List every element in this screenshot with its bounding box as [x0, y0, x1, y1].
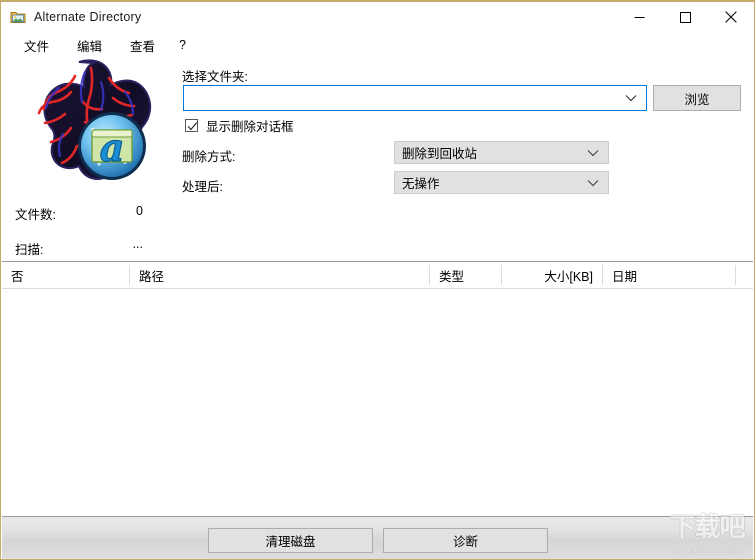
- application-window: Alternate Directory 文件 编辑 查看 ? a 选择文件夹: …: [0, 0, 755, 560]
- show-delete-dialog-label: 显示删除对话框: [206, 119, 294, 134]
- menu-item-help[interactable]: ?: [173, 36, 192, 54]
- chevron-down-icon[interactable]: [587, 149, 599, 157]
- scan-label: 扫描:: [15, 243, 44, 257]
- window-controls: [616, 2, 754, 32]
- bottom-toolbar: [2, 516, 753, 559]
- chevron-down-icon[interactable]: [587, 179, 599, 187]
- column-header-path[interactable]: 路径: [130, 262, 429, 288]
- menu-bar: 文件 编辑 查看 ?: [1, 32, 754, 58]
- minimize-icon[interactable]: [616, 2, 662, 32]
- delete-mode-value: 删除到回收站: [402, 147, 478, 161]
- after-action-combobox[interactable]: 无操作: [394, 171, 609, 194]
- scan-value: ...: [132, 237, 143, 251]
- svg-text:a: a: [100, 125, 125, 170]
- column-header-flag[interactable]: 否: [2, 262, 129, 288]
- column-header-date[interactable]: 日期: [603, 262, 735, 288]
- folder-combobox[interactable]: [183, 85, 647, 111]
- delete-mode-label: 删除方式:: [182, 150, 236, 164]
- diagnose-button[interactable]: 诊断: [383, 528, 548, 553]
- title-bar: Alternate Directory: [1, 2, 754, 32]
- menu-item-view[interactable]: 查看: [120, 34, 165, 57]
- column-header-type[interactable]: 类型: [430, 262, 501, 288]
- results-listview[interactable]: 否 路径 类型 大小[KB] 日期: [2, 261, 753, 516]
- checkbox-box[interactable]: [185, 118, 198, 132]
- delete-mode-combobox[interactable]: 删除到回收站: [394, 141, 609, 164]
- menu-item-edit[interactable]: 编辑: [67, 34, 112, 57]
- clean-disk-button[interactable]: 清理磁盘: [208, 528, 373, 553]
- menu-item-file[interactable]: 文件: [14, 34, 59, 57]
- app-logo: a: [13, 58, 165, 184]
- listview-body[interactable]: [2, 289, 753, 516]
- column-header-size[interactable]: 大小[KB]: [502, 262, 602, 288]
- browse-button[interactable]: 浏览: [653, 85, 741, 111]
- folder-picture-icon: [10, 9, 26, 25]
- after-action-label: 处理后:: [182, 180, 223, 194]
- listview-header: 否 路径 类型 大小[KB] 日期: [2, 262, 753, 289]
- after-action-value: 无操作: [402, 177, 440, 191]
- select-folder-label: 选择文件夹:: [182, 70, 248, 84]
- maximize-icon[interactable]: [662, 2, 708, 32]
- column-divider[interactable]: [735, 265, 736, 285]
- window-title: Alternate Directory: [34, 10, 142, 24]
- file-count-label: 文件数:: [15, 208, 56, 222]
- show-delete-dialog-checkbox[interactable]: 显示删除对话框: [185, 116, 294, 134]
- close-icon[interactable]: [708, 2, 754, 32]
- chevron-down-icon[interactable]: [625, 94, 637, 102]
- file-count-value: 0: [136, 204, 143, 218]
